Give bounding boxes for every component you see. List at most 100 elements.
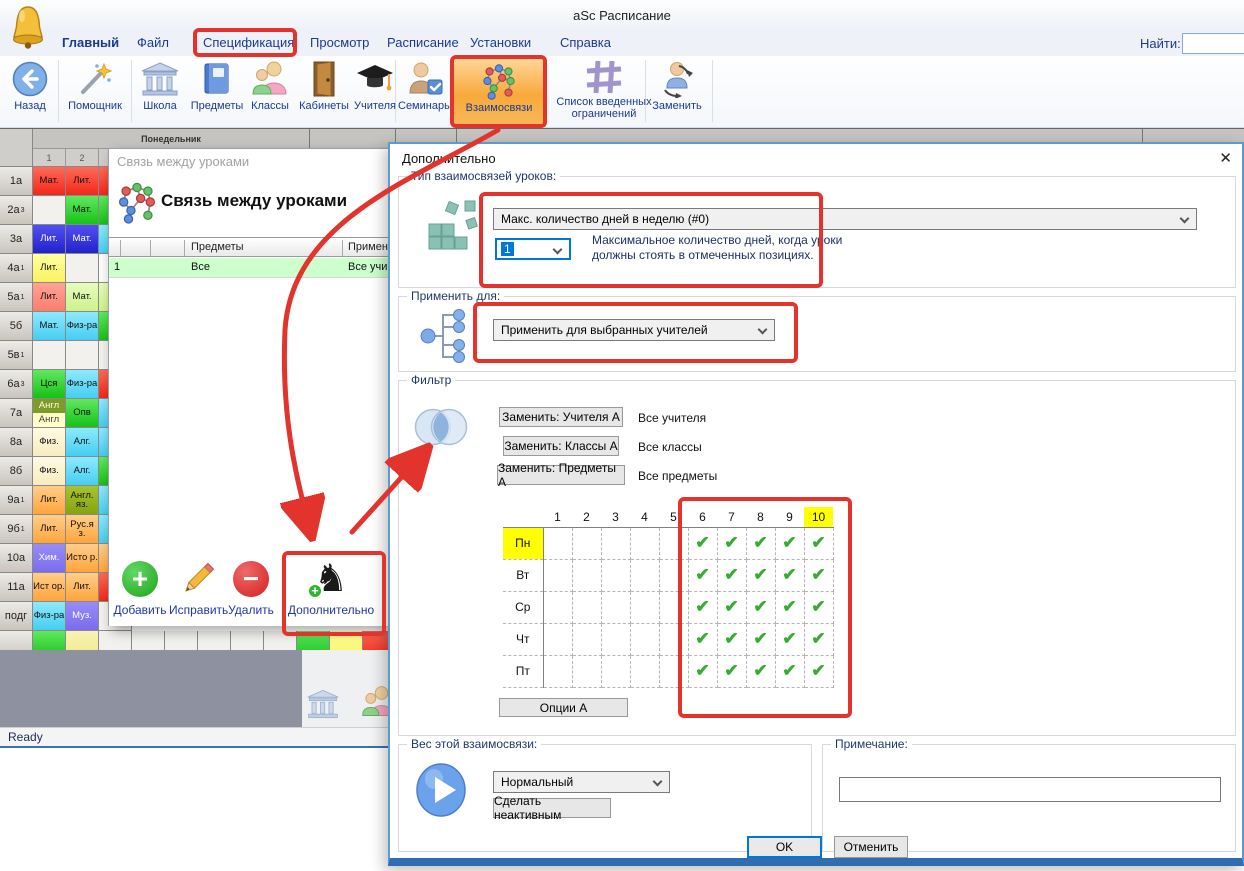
replace-classes-button[interactable]: Заменить: Классы А <box>503 436 619 456</box>
replace-subjects-button[interactable]: Заменить: Предметы А <box>497 465 625 485</box>
link-table-row[interactable]: 1 Все Все учи <box>109 258 390 278</box>
lesson-cell[interactable]: Алг. <box>66 457 99 486</box>
grid-cell[interactable] <box>543 527 572 559</box>
toolbar-button-links[interactable]: Взаимосвязи <box>452 57 546 127</box>
grid-col-header-5[interactable]: 5 <box>659 507 688 527</box>
grid-cell[interactable] <box>630 623 659 655</box>
lesson-cell[interactable]: Лит. <box>66 573 99 602</box>
menu-item-specification[interactable]: Спецификация <box>203 35 294 50</box>
class-label[interactable]: 6а3 <box>0 370 33 399</box>
grid-cell[interactable] <box>659 655 688 687</box>
grid-cell[interactable]: ✔ <box>746 623 775 655</box>
lesson-cell[interactable] <box>198 631 231 650</box>
grid-cell[interactable]: ✔ <box>746 527 775 559</box>
grid-cell[interactable]: ✔ <box>688 591 717 623</box>
lesson-cell[interactable]: Рус.я з. <box>66 515 99 544</box>
lesson-cell[interactable]: Мат. <box>66 283 99 312</box>
grid-row-label-Вт[interactable]: Вт <box>503 559 543 591</box>
grid-cell[interactable]: ✔ <box>717 527 746 559</box>
grid-cell[interactable] <box>659 591 688 623</box>
grid-cell[interactable] <box>630 655 659 687</box>
class-label[interactable]: 2а3 <box>0 196 33 225</box>
lesson-cell[interactable]: Мат. <box>33 312 66 341</box>
lesson-cell[interactable] <box>231 631 264 650</box>
lesson-cell[interactable]: Алг. <box>66 428 99 457</box>
grid-row-label-Пт[interactable]: Пт <box>503 655 543 687</box>
grid-cell[interactable]: ✔ <box>775 559 804 591</box>
grid-col-header-3[interactable]: 3 <box>601 507 630 527</box>
advanced-button[interactable]: ♞+ Дополнительно <box>281 557 381 619</box>
lesson-cell[interactable]: Хим. <box>33 544 66 573</box>
lesson-cell[interactable]: Лит. <box>33 254 66 283</box>
lesson-cell[interactable]: Физ. <box>33 457 66 486</box>
grid-cell[interactable]: ✔ <box>688 559 717 591</box>
cancel-button[interactable]: Отменить <box>834 836 908 858</box>
grid-cell[interactable]: ✔ <box>717 591 746 623</box>
menu-item-file[interactable]: Файл <box>137 35 169 50</box>
lesson-cell[interactable] <box>330 631 363 650</box>
grid-col-header-4[interactable]: 4 <box>630 507 659 527</box>
lesson-cell[interactable] <box>33 196 66 225</box>
grid-col-header-10[interactable]: 10 <box>804 507 833 527</box>
menu-item-help[interactable]: Справка <box>560 35 611 50</box>
grid-row-label-Чт[interactable]: Чт <box>503 623 543 655</box>
grid-cell[interactable]: ✔ <box>688 527 717 559</box>
grid-cell[interactable] <box>601 559 630 591</box>
grid-cell[interactable] <box>601 623 630 655</box>
class-label[interactable] <box>0 631 33 650</box>
lesson-cell[interactable]: АнглАнгл <box>33 399 66 428</box>
class-label[interactable]: 5б <box>0 312 33 341</box>
grid-col-header-6[interactable]: 6 <box>688 507 717 527</box>
delete-button[interactable]: − Удалить <box>227 557 275 619</box>
lesson-cell[interactable]: Опв <box>66 399 99 428</box>
lesson-cell[interactable] <box>165 631 198 650</box>
class-label[interactable]: 5а1 <box>0 283 33 312</box>
lesson-cell[interactable]: Лит. <box>33 225 66 254</box>
grid-cell[interactable] <box>543 559 572 591</box>
grid-cell[interactable]: ✔ <box>775 623 804 655</box>
school-building-icon[interactable] <box>306 688 340 725</box>
options-a-button[interactable]: Опции А <box>499 698 628 717</box>
grid-cell[interactable] <box>572 655 601 687</box>
lesson-cell[interactable]: Лит. <box>33 283 66 312</box>
toolbar-button-subjects[interactable]: Предметы <box>188 58 246 126</box>
class-label[interactable]: 1а <box>0 167 33 196</box>
note-input[interactable] <box>839 777 1221 802</box>
grid-cell[interactable] <box>572 591 601 623</box>
grid-col-header-1[interactable]: 1 <box>543 507 572 527</box>
grid-row-label-Ср[interactable]: Ср <box>503 591 543 623</box>
lesson-cell[interactable]: Физ-ра <box>66 312 99 341</box>
grid-cell[interactable]: ✔ <box>717 559 746 591</box>
lesson-cell[interactable]: Исто р. <box>66 544 99 573</box>
toolbar-button-teachers[interactable]: Учителя <box>354 58 396 126</box>
class-label[interactable]: 3а <box>0 225 33 254</box>
grid-cell[interactable]: ✔ <box>688 623 717 655</box>
grid-cell[interactable]: ✔ <box>804 591 833 623</box>
menu-item-glavny[interactable]: Главный <box>62 35 119 50</box>
class-label[interactable]: 8б <box>0 457 33 486</box>
days-count-spinner[interactable]: 1 <box>495 238 571 260</box>
grid-cell[interactable] <box>543 623 572 655</box>
close-icon[interactable]: ✕ <box>1219 149 1232 167</box>
grid-cell[interactable] <box>630 559 659 591</box>
grid-cell[interactable] <box>572 559 601 591</box>
edit-button[interactable]: Исправить <box>169 557 227 619</box>
menu-item-view[interactable]: Просмотр <box>310 35 369 50</box>
apply-to-select[interactable]: Применить для выбранных учителей <box>493 319 775 341</box>
lesson-cell[interactable] <box>33 341 66 370</box>
lesson-cell[interactable]: Цся <box>33 370 66 399</box>
lesson-cell[interactable]: Мат. <box>66 196 99 225</box>
deactivate-button[interactable]: Сделать неактивным <box>493 798 611 818</box>
lesson-cell[interactable]: Англ. яз. <box>66 486 99 515</box>
menu-item-settings[interactable]: Установки <box>470 35 531 50</box>
grid-cell[interactable] <box>659 623 688 655</box>
class-label[interactable]: 8а <box>0 428 33 457</box>
lesson-cell[interactable]: Физ-ра <box>66 370 99 399</box>
grid-cell[interactable]: ✔ <box>804 527 833 559</box>
add-button[interactable]: + Добавить <box>111 557 169 619</box>
grid-cell[interactable]: ✔ <box>717 655 746 687</box>
grid-cell[interactable] <box>601 591 630 623</box>
toolbar-button-wizard[interactable]: Помощник <box>62 58 128 126</box>
find-input[interactable] <box>1182 33 1244 54</box>
grid-cell[interactable] <box>659 559 688 591</box>
